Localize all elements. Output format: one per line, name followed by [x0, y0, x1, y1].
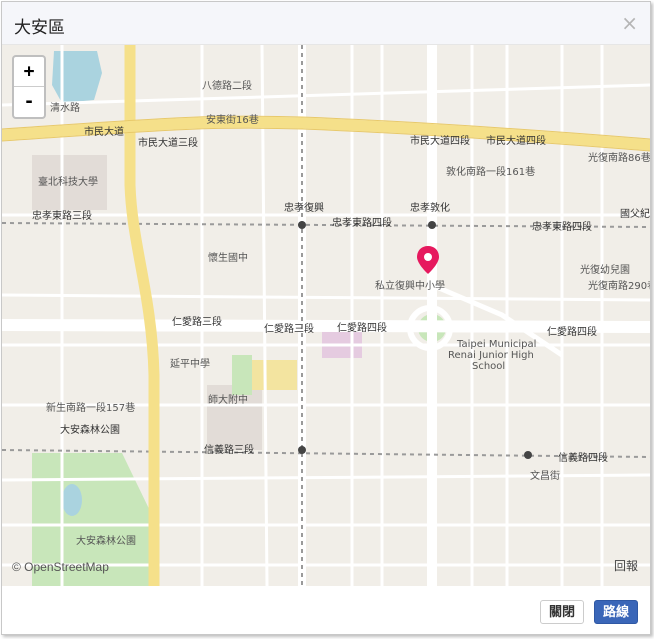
svg-text:安東街16巷: 安東街16巷 [206, 113, 259, 126]
svg-text:市民大道: 市民大道 [84, 125, 124, 138]
svg-text:忠孝復興: 忠孝復興 [284, 201, 324, 214]
svg-text:忠孝東路四段: 忠孝東路四段 [332, 216, 392, 229]
close-button[interactable]: 關閉 [539, 600, 584, 624]
svg-text:私立復興中小學: 私立復興中小學 [375, 279, 445, 292]
svg-text:仁愛路四段: 仁愛路四段 [547, 325, 597, 338]
svg-text:忠孝東路四段: 忠孝東路四段 [532, 220, 592, 233]
svg-text:新生南路一段157巷: 新生南路一段157巷 [46, 401, 135, 414]
map-attribution[interactable]: © OpenStreetMap [12, 560, 109, 574]
svg-text:仁愛路四段: 仁愛路四段 [337, 321, 387, 334]
svg-text:信義路三段: 信義路三段 [204, 443, 254, 456]
close-icon[interactable]: × [621, 11, 638, 35]
zoom-out-button[interactable]: - [14, 87, 44, 117]
map-canvas[interactable]: 市民大道 市民大道三段 市民大道四段 市民大道四段 忠孝東路三段 忠孝東路四段 … [2, 45, 650, 586]
svg-text:School: School [472, 361, 505, 372]
svg-text:臺北科技大學: 臺北科技大學 [38, 175, 98, 188]
svg-text:八德路二段: 八德路二段 [202, 79, 252, 92]
zoom-in-button[interactable]: + [14, 57, 44, 87]
water-area [52, 51, 102, 103]
svg-text:市民大道四段: 市民大道四段 [486, 134, 546, 147]
svg-text:國父紀: 國父紀 [620, 207, 650, 220]
svg-text:Taipei Municipal: Taipei Municipal [456, 339, 536, 350]
svg-text:仁愛路三段: 仁愛路三段 [264, 322, 314, 335]
svg-text:清水路: 清水路 [50, 101, 80, 114]
svg-text:仁愛路三段: 仁愛路三段 [172, 315, 222, 328]
svg-text:Renai Junior High: Renai Junior High [448, 350, 534, 361]
svg-text:大安森林公園: 大安森林公園 [60, 423, 120, 436]
report-link[interactable]: 回報 [614, 557, 638, 574]
svg-text:敦化南路一段161巷: 敦化南路一段161巷 [446, 165, 535, 178]
dialog-title: 大安區 [14, 18, 65, 38]
dialog-footer: 關閉 路線 [2, 586, 650, 634]
route-button[interactable]: 路線 [593, 600, 638, 624]
svg-text:師大附中: 師大附中 [208, 393, 248, 406]
svg-text:光復南路290巷: 光復南路290巷 [588, 279, 650, 292]
svg-text:懷生國中: 懷生國中 [208, 251, 248, 264]
svg-text:信義路四段: 信義路四段 [558, 451, 608, 464]
svg-text:大安森林公園: 大安森林公園 [76, 534, 136, 547]
svg-text:市民大道三段: 市民大道三段 [138, 136, 198, 149]
dialog-header: 大安區 × [2, 2, 650, 45]
svg-text:文昌街: 文昌街 [530, 469, 560, 482]
map-view[interactable]: 市民大道 市民大道三段 市民大道四段 市民大道四段 忠孝東路三段 忠孝東路四段 … [2, 45, 650, 586]
svg-text:忠孝東路三段: 忠孝東路三段 [32, 209, 92, 222]
svg-text:光復幼兒園: 光復幼兒園 [580, 263, 630, 276]
location-marker-icon[interactable] [416, 245, 440, 275]
map-dialog: 大安區 × 市民大道 市民大道三段 市民大道四段 市民大道四段 忠孝東路三段 忠… [1, 1, 651, 635]
svg-text:延平中學: 延平中學 [170, 357, 210, 370]
zoom-control: + - [12, 55, 46, 119]
svg-text:忠孝敦化: 忠孝敦化 [410, 201, 450, 214]
svg-text:光復南路86巷: 光復南路86巷 [588, 151, 650, 164]
svg-text:市民大道四段: 市民大道四段 [410, 134, 470, 147]
